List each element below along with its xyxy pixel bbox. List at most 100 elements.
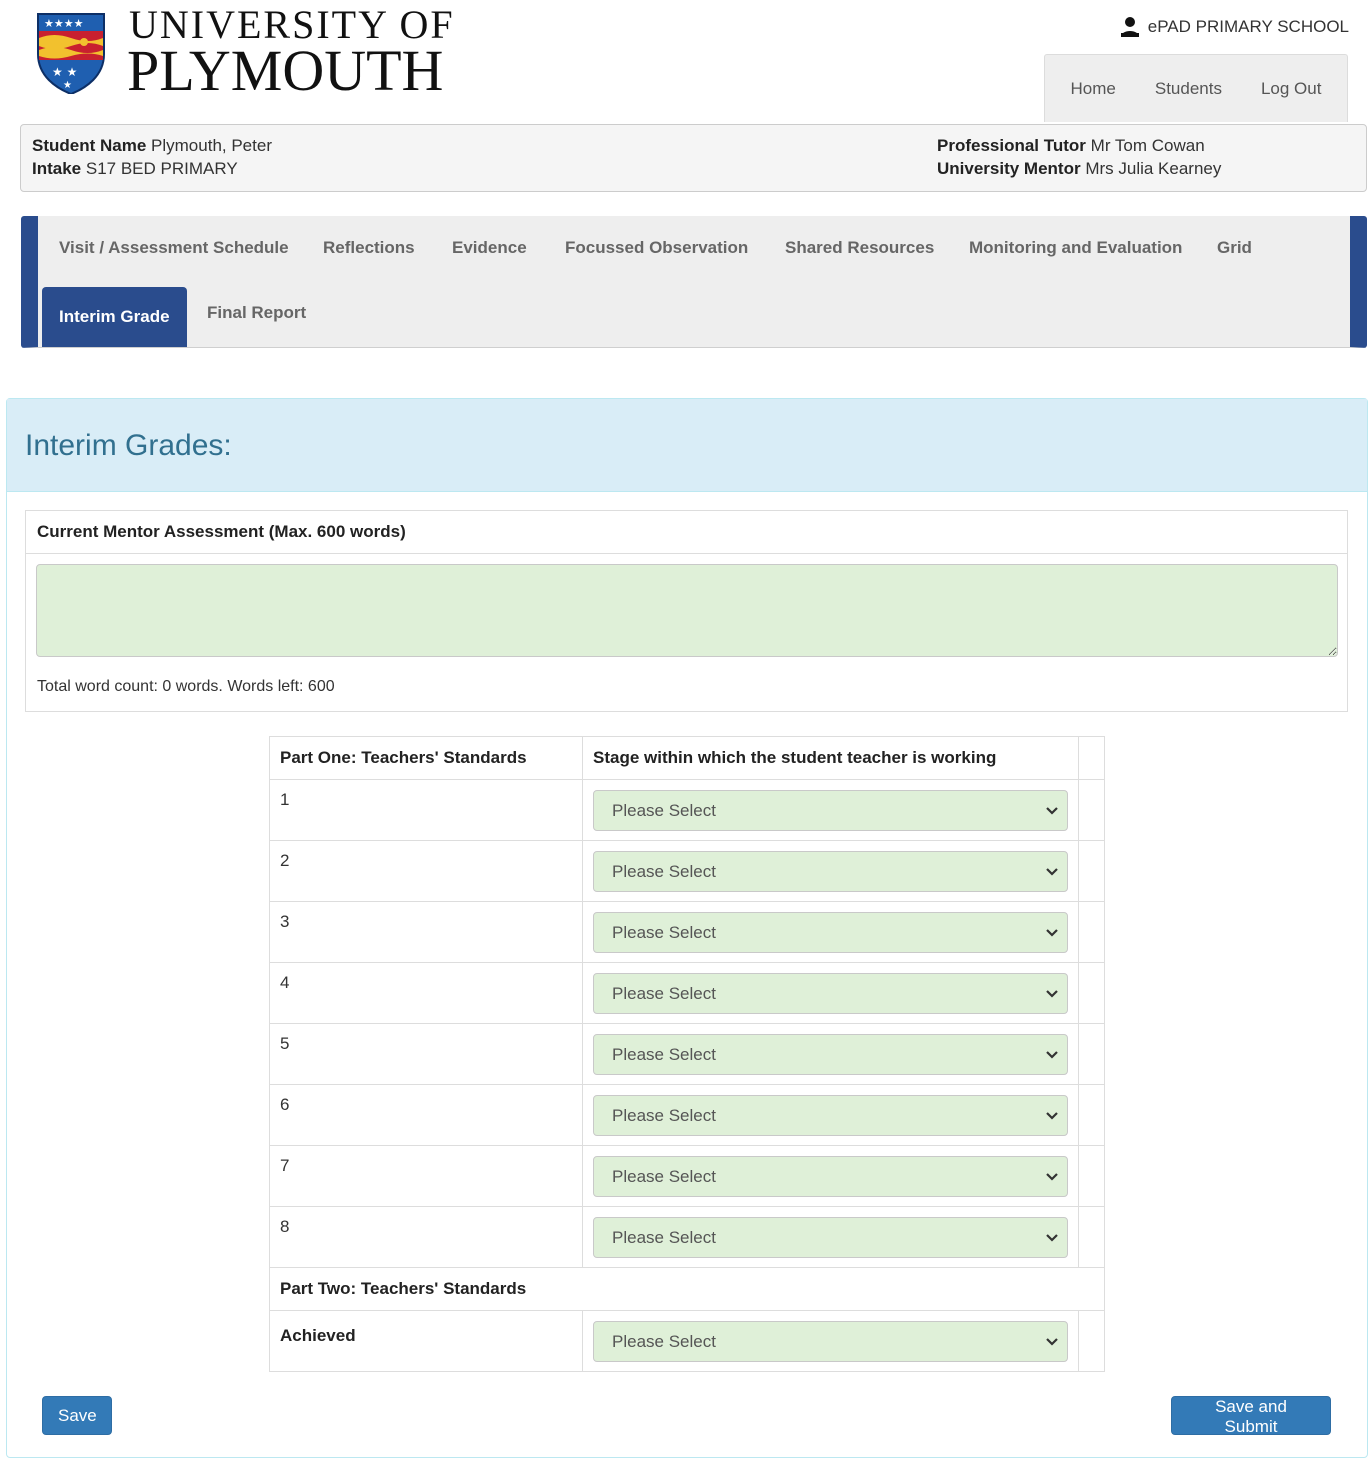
university-logo: ★★★★ ★ ★ ★ UNIVERSITY OF PLYMOUTH — [36, 6, 466, 102]
row-spacer — [1078, 1145, 1105, 1207]
table-row: 3 Please Select — [268, 901, 1105, 963]
stage-select-2[interactable]: Please Select — [593, 850, 1069, 892]
table-row: 5 Please Select — [268, 1023, 1105, 1085]
stage-select-6[interactable]: Please Select — [593, 1094, 1069, 1136]
stage-select-8[interactable]: Please Select — [593, 1216, 1069, 1258]
achieved-spacer — [1078, 1310, 1105, 1372]
university-mentor-label: University Mentor — [937, 159, 1081, 178]
professional-tutor-value: Mr Tom Cowan — [1090, 136, 1205, 155]
chevron-down-icon — [1046, 1233, 1058, 1242]
part-two-row: Part Two: Teachers' Standards — [269, 1267, 1105, 1311]
standard-number: 4 — [268, 962, 584, 1024]
row-spacer — [1078, 1084, 1105, 1146]
stage-header: Stage within which the student teacher i… — [582, 736, 1080, 780]
achieved-select-value: Please Select — [612, 1331, 716, 1351]
save-and-submit-button[interactable]: Save and Submit — [1171, 1396, 1331, 1436]
mentor-assessment-textarea[interactable] — [36, 564, 1338, 657]
row-spacer — [1078, 962, 1105, 1024]
professional-tutor-label: Professional Tutor — [937, 136, 1086, 155]
table-row: 8 Please Select — [268, 1206, 1105, 1268]
chevron-down-icon — [1046, 1111, 1058, 1120]
user-icon — [1120, 17, 1139, 37]
standard-number: 7 — [268, 1145, 584, 1207]
tab-focussed-observation[interactable]: Focussed Observation — [565, 238, 748, 258]
stage-select-cell: Please Select — [582, 962, 1080, 1024]
mentor-assessment-heading: Current Mentor Assessment (Max. 600 word… — [26, 511, 1347, 554]
table-row: 2 Please Select — [268, 840, 1105, 902]
school-name: ePAD PRIMARY SCHOOL — [1147, 17, 1349, 36]
save-button[interactable]: Save — [42, 1396, 112, 1435]
chevron-down-icon — [1046, 1337, 1058, 1346]
nav-students-link[interactable]: Students — [1155, 79, 1222, 99]
stage-select-1[interactable]: Please Select — [593, 789, 1069, 831]
nav-home-link[interactable]: Home — [1071, 79, 1116, 99]
university-mentor-value: Mrs Julia Kearney — [1085, 159, 1222, 178]
table-row: 4 Please Select — [268, 962, 1105, 1024]
standard-number: 2 — [268, 840, 584, 902]
svg-text:★ ★: ★ ★ — [52, 65, 77, 79]
row-spacer — [1078, 779, 1105, 841]
standard-number: 6 — [268, 1084, 584, 1146]
chevron-down-icon — [1046, 989, 1058, 998]
stage-select-3[interactable]: Please Select — [593, 911, 1069, 953]
stage-select-value: Please Select — [612, 800, 716, 820]
chevron-down-icon — [1046, 1050, 1058, 1059]
svg-text:★★★★: ★★★★ — [44, 17, 84, 30]
row-spacer — [1078, 901, 1105, 963]
stage-select-cell: Please Select — [582, 1023, 1080, 1085]
row-spacer — [1078, 1023, 1105, 1085]
stage-select-value: Please Select — [612, 1227, 716, 1247]
student-name-label: Student Name — [32, 136, 147, 155]
intake-label: Intake — [32, 159, 82, 178]
section-tabs: Visit / Assessment Schedule Reflections … — [21, 216, 1367, 348]
chevron-down-icon — [1046, 867, 1058, 876]
stage-select-cell: Please Select — [582, 779, 1080, 841]
stage-select-7[interactable]: Please Select — [593, 1155, 1069, 1197]
student-info-panel: Student Name Plymouth, Peter Intake S17 … — [20, 124, 1367, 192]
university-crest-icon: ★★★★ ★ ★ ★ — [37, 13, 105, 94]
intake-row: Intake S17 BED PRIMARY — [32, 157, 272, 180]
stage-select-5[interactable]: Please Select — [593, 1033, 1069, 1075]
nav-logout-link[interactable]: Log Out — [1261, 79, 1322, 99]
table-row: 6 Please Select — [268, 1084, 1105, 1146]
table-header-row: Part One: Teachers' Standards Stage with… — [268, 736, 1105, 780]
tab-interim-grade[interactable]: Interim Grade — [42, 287, 187, 347]
stage-select-value: Please Select — [612, 1105, 716, 1125]
student-name-row: Student Name Plymouth, Peter — [32, 134, 272, 157]
achieved-select[interactable]: Please Select — [593, 1320, 1069, 1362]
stage-select-value: Please Select — [612, 1166, 716, 1186]
tab-final-report[interactable]: Final Report — [207, 303, 306, 323]
word-count-text: Total word count: 0 words. Words left: 6… — [37, 678, 335, 695]
stage-select-cell: Please Select — [582, 840, 1080, 902]
tab-visit-assessment-schedule[interactable]: Visit / Assessment Schedule — [59, 238, 289, 258]
chevron-down-icon — [1046, 806, 1058, 815]
tab-reflections[interactable]: Reflections — [323, 238, 415, 258]
row-spacer — [1078, 1206, 1105, 1268]
tab-grid[interactable]: Grid — [1217, 238, 1252, 258]
stage-select-4[interactable]: Please Select — [593, 972, 1069, 1014]
school-indicator: ePAD PRIMARY SCHOOL — [1120, 16, 1349, 38]
achieved-row: Achieved Please Select — [268, 1310, 1105, 1372]
standard-number: 8 — [268, 1206, 584, 1268]
intake-value: S17 BED PRIMARY — [85, 159, 238, 178]
professional-tutor-row: Professional Tutor Mr Tom Cowan — [937, 134, 1221, 157]
tab-monitoring-and-evaluation[interactable]: Monitoring and Evaluation — [969, 238, 1182, 258]
achieved-select-cell: Please Select — [582, 1310, 1080, 1372]
interim-grades-panel: Interim Grades: Current Mentor Assessmen… — [6, 398, 1368, 1458]
chevron-down-icon — [1046, 928, 1058, 937]
tab-shared-resources[interactable]: Shared Resources — [785, 238, 934, 258]
stage-select-value: Please Select — [612, 1044, 716, 1064]
stage-select-cell: Please Select — [582, 1206, 1080, 1268]
table-row: 7 Please Select — [268, 1145, 1105, 1207]
student-name-value: Plymouth, Peter — [151, 136, 272, 155]
tab-evidence[interactable]: Evidence — [452, 238, 527, 258]
table-row: 1 Please Select — [268, 779, 1105, 841]
standard-number: 1 — [268, 779, 584, 841]
stage-select-cell: Please Select — [582, 1084, 1080, 1146]
grades-table: Part One: Teachers' Standards Stage with… — [268, 736, 1105, 1372]
part-one-header: Part One: Teachers' Standards — [268, 736, 584, 780]
stage-select-value: Please Select — [612, 922, 716, 942]
svg-text:★: ★ — [63, 80, 72, 91]
logo-text-plymouth: PLYMOUTH — [127, 38, 444, 103]
standard-number: 5 — [268, 1023, 584, 1085]
